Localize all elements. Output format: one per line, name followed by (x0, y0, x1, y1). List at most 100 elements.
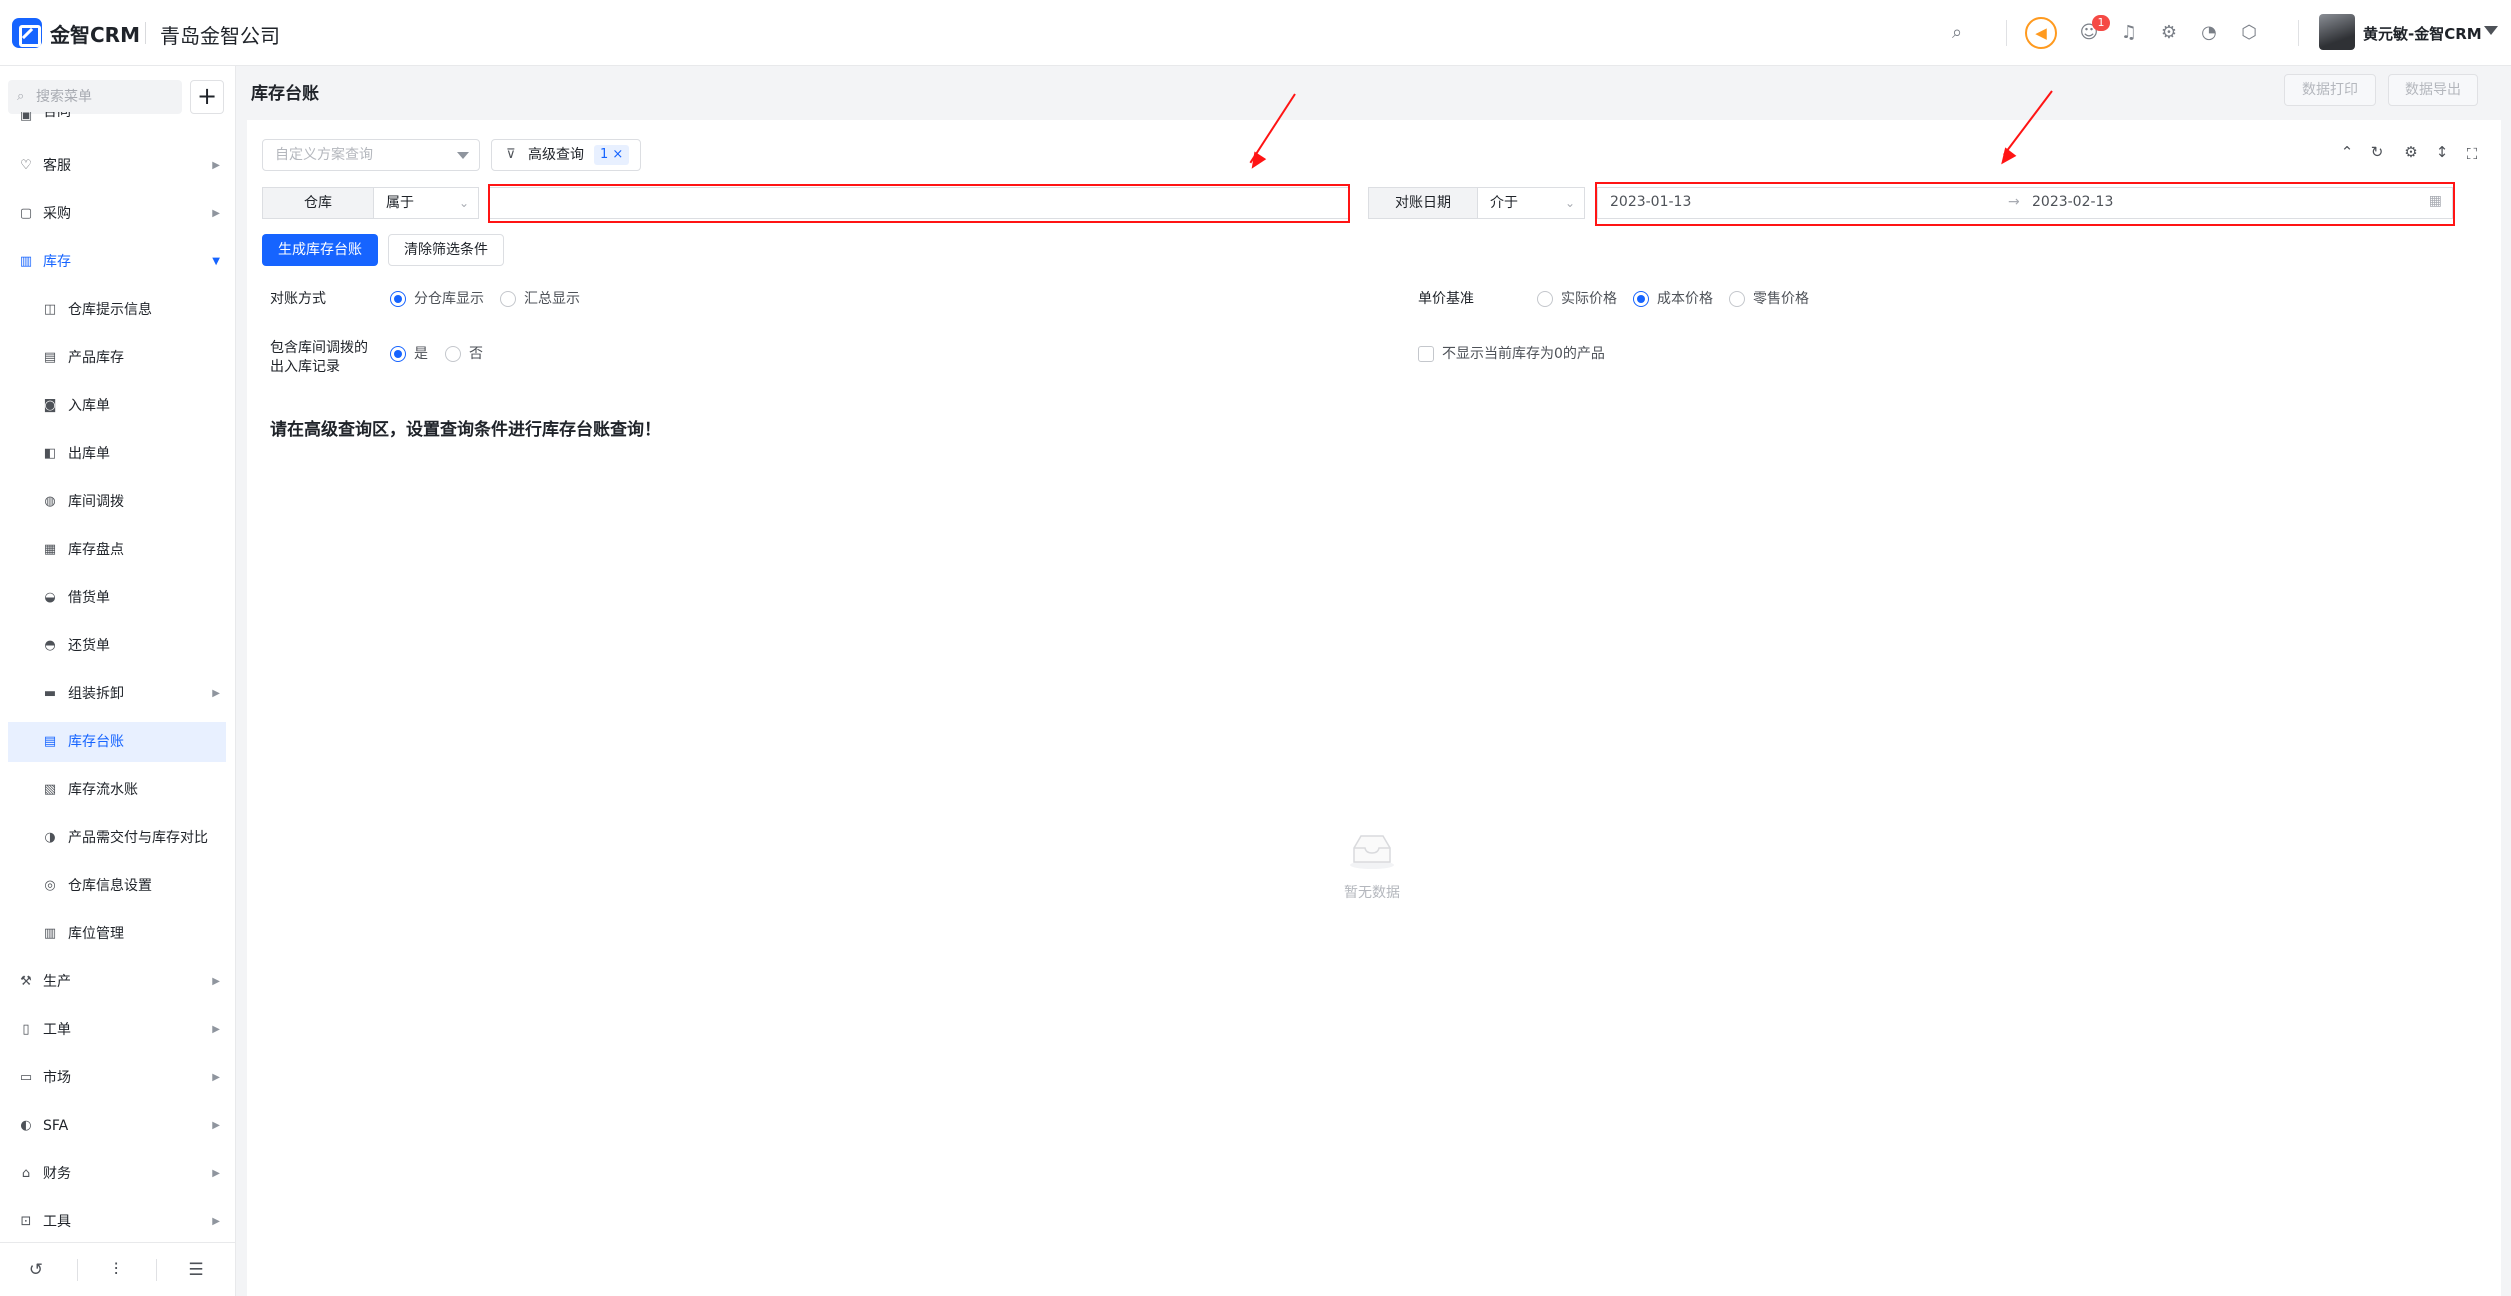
user-name[interactable]: 黄元敏-金智CRM (2363, 23, 2482, 44)
chevron-down-icon[interactable] (2484, 26, 2498, 35)
price-radio-cost[interactable] (1633, 291, 1649, 307)
sidebar-item-label: 产品库存 (68, 350, 124, 366)
sidebar-item-service[interactable]: ♡ 客服 ▶ (8, 146, 226, 186)
refresh-icon[interactable]: ↻ (2367, 142, 2387, 162)
sidebar-item-return[interactable]: ◓ 还货单 (8, 626, 226, 666)
scheme-select[interactable]: 自定义方案查询 (262, 139, 480, 171)
gear-icon[interactable]: ⚙ (2158, 22, 2180, 44)
notification-badge: 1 (2092, 15, 2110, 31)
cart-icon: ▢ (19, 206, 33, 221)
settings-icon[interactable]: ⚙ (2401, 142, 2421, 162)
contract-icon: ▣ (19, 112, 33, 123)
history-icon[interactable]: ↺ (24, 1258, 48, 1282)
sidebar-item-assembly[interactable]: ▬ 组装拆卸 ▶ (8, 674, 226, 714)
expand-vertical-icon[interactable]: ↕ (2432, 142, 2452, 162)
transfer-option-label[interactable]: 是 (414, 345, 428, 363)
user-avatar[interactable] (2319, 14, 2355, 50)
sidebar-item-outbound[interactable]: ◧ 出库单 (8, 434, 226, 474)
sliders-icon[interactable]: ⫶ (104, 1258, 128, 1282)
mode-radio-summary[interactable] (500, 291, 516, 307)
generate-ledger-button[interactable]: 生成库存台账 (262, 234, 378, 266)
price-option-label[interactable]: 成本价格 (1657, 290, 1713, 308)
sidebar-item-market[interactable]: ▭ 市场 ▶ (8, 1058, 226, 1098)
warehouse-operator-select[interactable]: 属于 ⌄ (373, 187, 479, 219)
settings-icon: ◎ (44, 878, 56, 893)
shield-icon[interactable]: ⬡ (2238, 22, 2260, 44)
hide-zero-checkbox[interactable] (1418, 346, 1434, 362)
ticket-icon: ▯ (22, 1022, 30, 1037)
query-hint: 请在高级查询区，设置查询条件进行库存台账查询！ (270, 420, 661, 440)
warehouse-filter-label: 仓库 (262, 187, 374, 219)
transfer-radio-no[interactable] (445, 346, 461, 362)
sidebar-item-location[interactable]: ▥ 库位管理 (8, 914, 226, 954)
sidebar-footer: ↺ ⫶ ☰ (0, 1242, 235, 1296)
sidebar-item-inbound[interactable]: ◙ 入库单 (8, 386, 226, 426)
highlight-box (488, 184, 1350, 223)
sidebar-item-product-stock[interactable]: ▤ 产品库存 (8, 338, 226, 378)
app-logo-icon[interactable] (12, 18, 42, 48)
pie-chart-icon[interactable]: ◔ (2198, 22, 2220, 44)
advanced-query-count[interactable]: 1 × (594, 145, 630, 165)
collapse-up-icon[interactable]: ⌃ (2337, 142, 2357, 162)
sidebar-item-contract[interactable]: ▣ 合同 (8, 112, 226, 132)
bell-icon[interactable]: ♫ (2118, 22, 2140, 44)
transfer-radio-yes[interactable] (390, 346, 406, 362)
collapse-menu-icon[interactable]: ☰ (184, 1258, 208, 1282)
mode-radio-by-warehouse[interactable] (390, 291, 406, 307)
caret-down-icon (457, 152, 469, 159)
mode-option-label[interactable]: 汇总显示 (524, 290, 580, 308)
count-icon: ▦ (43, 542, 57, 557)
sidebar-item-tools[interactable]: ⊡ 工具 ▶ (8, 1202, 226, 1242)
sidebar-item-finance[interactable]: ⌂ 财务 ▶ (8, 1154, 226, 1194)
app-name[interactable]: 金智CRM (50, 19, 140, 48)
megaphone-icon[interactable]: ◀ (2025, 17, 2057, 49)
sidebar-item-delivery-compare[interactable]: ◑ 产品需交付与库存对比 (8, 818, 226, 858)
reconcile-mode-label: 对账方式 (270, 291, 326, 307)
sidebar-item-sfa[interactable]: ◐ SFA ▶ (8, 1106, 226, 1146)
sidebar-item-label: 客服 (43, 158, 71, 174)
sidebar-item-label: 财务 (43, 1166, 71, 1182)
hide-zero-label[interactable]: 不显示当前库存为0的产品 (1442, 345, 1605, 363)
sidebar-item-stock-ledger[interactable]: ▤ 库存台账 (8, 722, 226, 762)
journal-icon: ▧ (43, 782, 57, 797)
finance-icon: ⌂ (21, 1166, 31, 1181)
sidebar-item-warehouse-settings[interactable]: ◎ 仓库信息设置 (8, 866, 226, 906)
price-radio-retail[interactable] (1729, 291, 1745, 307)
sidebar-item-stocktake[interactable]: ▦ 库存盘点 (8, 530, 226, 570)
sidebar-item-label: 库存台账 (68, 734, 124, 750)
doc-icon: ▤ (43, 350, 57, 365)
price-radio-actual[interactable] (1537, 291, 1553, 307)
menu-search-input[interactable]: ⌕ 搜索菜单 (8, 80, 182, 114)
main-panel (247, 120, 2501, 1296)
print-button[interactable]: 数据打印 (2284, 74, 2376, 106)
sidebar-item-inventory[interactable]: ▥ 库存 ▼ (8, 242, 226, 282)
footer-separator (77, 1259, 78, 1281)
date-operator-select[interactable]: 介于 ⌄ (1477, 187, 1585, 219)
export-button[interactable]: 数据导出 (2388, 74, 2478, 106)
add-menu-button[interactable]: + (190, 80, 224, 114)
sidebar-item-label: 库位管理 (68, 926, 124, 942)
mode-option-label[interactable]: 分仓库显示 (414, 290, 484, 308)
sidebar-item-stock-journal[interactable]: ▧ 库存流水账 (8, 770, 226, 810)
sidebar-item-ticket[interactable]: ▯ 工单 ▶ (8, 1010, 226, 1050)
sidebar-item-purchase[interactable]: ▢ 采购 ▶ (8, 194, 226, 234)
sidebar-item-warehouse-info[interactable]: ◫ 仓库提示信息 (8, 290, 226, 330)
inbound-icon: ◙ (43, 398, 57, 413)
clear-filters-button[interactable]: 清除筛选条件 (388, 234, 504, 266)
search-icon[interactable]: ⌕ (1946, 22, 1968, 44)
price-option-label[interactable]: 实际价格 (1561, 290, 1617, 308)
sidebar-item-label: 产品需交付与库存对比 (68, 830, 208, 846)
fullscreen-icon[interactable]: ⛶ (2462, 144, 2482, 164)
transfer-option-label[interactable]: 否 (469, 345, 483, 363)
chevron-right-icon: ▶ (212, 1120, 220, 1131)
sidebar-item-label: 组装拆卸 (68, 686, 124, 702)
sidebar-item-transfer[interactable]: ◍ 库间调拨 (8, 482, 226, 522)
chevron-right-icon: ▶ (212, 1024, 220, 1035)
transfer-icon: ◍ (44, 494, 56, 509)
sidebar-item-production[interactable]: ⚒ 生产 ▶ (8, 962, 226, 1002)
price-option-label[interactable]: 零售价格 (1753, 290, 1809, 308)
advanced-query-button[interactable]: ⊽ 高级查询 1 × (491, 139, 641, 171)
chevron-right-icon: ▶ (212, 160, 220, 171)
company-name[interactable]: 青岛金智公司 (160, 20, 280, 49)
sidebar-item-borrow[interactable]: ◒ 借货单 (8, 578, 226, 618)
